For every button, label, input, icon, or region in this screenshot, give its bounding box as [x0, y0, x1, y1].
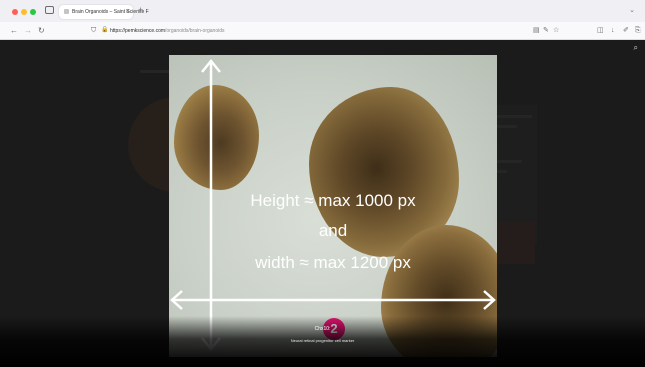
tab-overview-icon[interactable] — [45, 6, 54, 14]
tab-list-chevron-icon[interactable]: ⌄ — [629, 6, 635, 14]
tools-icon[interactable]: ✐ — [623, 25, 629, 36]
new-tab-button[interactable]: + — [138, 5, 143, 16]
zoom-icon[interactable]: ⌕ — [634, 43, 638, 53]
close-window-button[interactable] — [12, 9, 18, 15]
url-host: https://pemkscience.com — [110, 28, 166, 34]
maximize-window-button[interactable] — [30, 9, 36, 15]
address-bar[interactable]: https://pemkscience.com/organoids/brain-… — [110, 26, 225, 36]
downloads-icon[interactable]: ↓ — [611, 25, 615, 36]
lock-icon[interactable]: 🔒 — [101, 25, 108, 36]
minimize-window-button[interactable] — [21, 9, 27, 15]
tab-close-icon[interactable]: ✕ — [125, 7, 130, 17]
favicon-icon — [64, 9, 69, 14]
page-content: ⌕ Height ≈ max 1000 px and width ≈ max 1… — [0, 40, 645, 367]
translate-icon[interactable]: ✎ — [543, 25, 549, 36]
tab-bar: Brain Organoids – Saint Science F ✕ + ⌄ — [0, 0, 645, 22]
browser-window: Brain Organoids – Saint Science F ✕ + ⌄ … — [0, 0, 645, 367]
reload-icon[interactable]: ↻ — [38, 24, 45, 37]
bookmark-star-icon[interactable]: ☆ — [553, 25, 559, 36]
share-icon[interactable]: ⎘ — [635, 25, 641, 36]
caption-title: Chx10: — [314, 326, 331, 332]
extensions-icon[interactable]: ◫ — [597, 25, 604, 36]
dimension-label-height: Height ≈ max 1000 px — [250, 191, 416, 210]
navigation-bar: ← → ↻ ⛉ 🔒 https://pemkscience.com/organo… — [0, 22, 645, 40]
reader-view-icon[interactable]: ▤ — [533, 25, 540, 36]
caption-subtitle: Neural retinal progenitor cell marker — [290, 338, 355, 343]
forward-icon[interactable]: → — [24, 24, 32, 37]
dimension-label-and: and — [318, 221, 348, 240]
back-icon[interactable]: ← — [10, 24, 18, 37]
browser-tab[interactable]: Brain Organoids – Saint Science F ✕ — [59, 5, 149, 19]
tracking-protection-icon[interactable]: ⛉ — [91, 25, 96, 36]
url-path: /organoids/brain-organoids — [165, 28, 225, 34]
dimension-label-width: width ≈ max 1200 px — [255, 253, 411, 272]
lightbox-image[interactable]: Height ≈ max 1000 px and width ≈ max 120… — [169, 55, 497, 357]
